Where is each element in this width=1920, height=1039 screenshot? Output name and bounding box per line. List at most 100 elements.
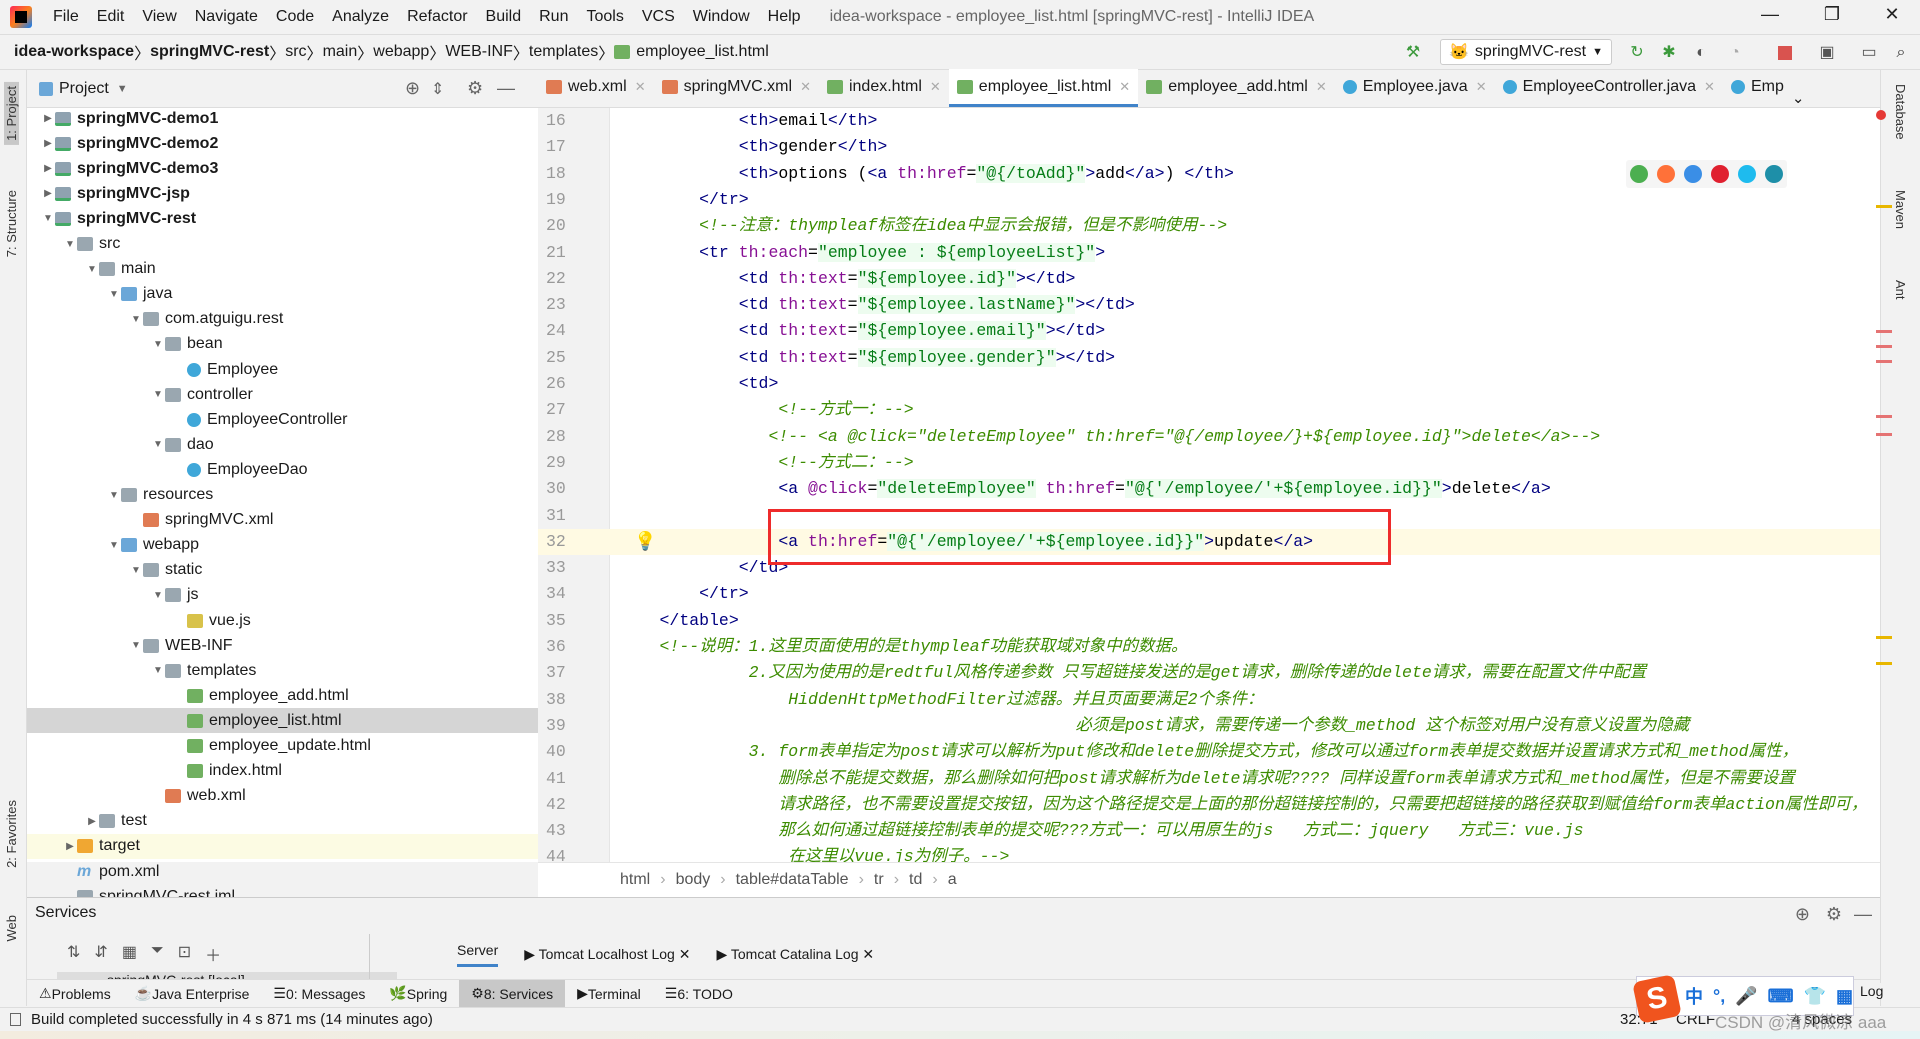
hide-icon[interactable]: — bbox=[497, 78, 515, 99]
breadcrumb-item[interactable]: tr bbox=[874, 871, 884, 889]
warning-marker[interactable] bbox=[1876, 636, 1892, 639]
expanded-arrow-icon[interactable]: ▼ bbox=[151, 339, 165, 350]
search-icon[interactable]: ⌕ bbox=[1892, 44, 1910, 62]
tool-project[interactable]: 1: Project bbox=[4, 82, 19, 145]
tree-item[interactable]: employee_list.html bbox=[27, 708, 538, 734]
ime-item[interactable]: 🎤 bbox=[1735, 986, 1757, 1007]
run-configuration-select[interactable]: 🐱 springMVC-rest ▼ bbox=[1440, 39, 1612, 65]
tree-item[interactable]: ▼ src bbox=[27, 232, 538, 257]
menu-code[interactable]: Code bbox=[267, 8, 323, 26]
expanded-arrow-icon[interactable]: ▼ bbox=[129, 565, 143, 576]
close-tab-icon[interactable]: ✕ bbox=[1704, 79, 1715, 95]
tree-item[interactable]: ▼ com.atguigu.rest bbox=[27, 307, 538, 332]
menu-navigate[interactable]: Navigate bbox=[186, 8, 267, 26]
error-marker[interactable] bbox=[1876, 345, 1892, 348]
expanded-arrow-icon[interactable]: ▼ bbox=[41, 213, 55, 224]
ime-item[interactable]: 👕 bbox=[1804, 986, 1826, 1007]
tree-item[interactable]: index.html bbox=[27, 759, 538, 784]
editor-tab[interactable]: EmployeeController.java ✕ bbox=[1495, 69, 1723, 107]
status-message[interactable]: Build completed successfully in 4 s 871 … bbox=[31, 1011, 433, 1028]
tool-tab[interactable]: 🌿 Spring bbox=[377, 980, 459, 1008]
firefox-icon[interactable] bbox=[1657, 165, 1675, 183]
close-tab-icon[interactable]: ✕ bbox=[930, 79, 941, 95]
rerun-icon[interactable]: ↻ bbox=[1628, 44, 1646, 62]
tree-item[interactable]: ▼ bean bbox=[27, 332, 538, 357]
coverage-icon[interactable]: ◐ bbox=[1692, 44, 1710, 62]
editor-tab[interactable]: web.xml ✕ bbox=[538, 69, 654, 107]
close-tab-icon[interactable]: ✕ bbox=[1316, 79, 1327, 95]
collapse-all-icon[interactable]: ⇵ bbox=[94, 942, 107, 966]
editor-tab[interactable]: employee_add.html ✕ bbox=[1138, 69, 1335, 107]
tree-item[interactable]: EmployeeDao bbox=[27, 457, 538, 482]
menu-build[interactable]: Build bbox=[477, 8, 531, 26]
tab-list-chevron-icon[interactable]: ⌄ bbox=[1792, 89, 1805, 107]
tree-item[interactable]: ▼ WEB-INF bbox=[27, 633, 538, 658]
close-tab-icon[interactable]: ✕ bbox=[800, 79, 811, 95]
editor-tab[interactable]: employee_list.html ✕ bbox=[948, 69, 1139, 107]
tree-item[interactable]: ▶ springMVC-jsp bbox=[27, 181, 538, 206]
tool-database[interactable]: Database bbox=[1893, 84, 1908, 140]
expanded-arrow-icon[interactable]: ▼ bbox=[63, 239, 77, 250]
tool-tab[interactable]: ⚙ 8: Services bbox=[459, 979, 566, 1008]
error-marker[interactable] bbox=[1876, 330, 1892, 333]
close-tab-icon[interactable]: ✕ bbox=[1119, 79, 1130, 95]
menu-refactor[interactable]: Refactor bbox=[398, 8, 476, 26]
editor-tab[interactable]: Employee.java ✕ bbox=[1335, 69, 1495, 107]
menu-tools[interactable]: Tools bbox=[577, 8, 632, 26]
expanded-arrow-icon[interactable]: ▼ bbox=[107, 490, 121, 501]
expanded-arrow-icon[interactable]: ▼ bbox=[107, 540, 121, 551]
tool-tab[interactable]: ☰ 6: TODO bbox=[653, 980, 745, 1008]
tree-item[interactable]: ▼ resources bbox=[27, 483, 538, 508]
event-log-button[interactable]: Log bbox=[1858, 983, 1886, 999]
breadcrumb-item[interactable]: a bbox=[948, 871, 957, 889]
expanded-arrow-icon[interactable]: ▼ bbox=[107, 289, 121, 300]
safari-icon[interactable] bbox=[1684, 165, 1702, 183]
tree-item[interactable]: m pom.xml bbox=[27, 859, 538, 884]
close-button[interactable]: ✕ bbox=[1872, 4, 1912, 25]
editor-tab[interactable]: index.html ✕ bbox=[819, 69, 949, 107]
nav-crumb[interactable]: springMVC-rest bbox=[150, 43, 269, 61]
chevron-down-icon[interactable]: ▼ bbox=[117, 83, 128, 95]
tool-maven[interactable]: Maven bbox=[1893, 190, 1908, 229]
ime-item[interactable]: 中 bbox=[1685, 983, 1703, 1009]
menu-help[interactable]: Help bbox=[759, 8, 810, 26]
menu-vcs[interactable]: VCS bbox=[633, 8, 684, 26]
menu-run[interactable]: Run bbox=[530, 8, 577, 26]
expanded-arrow-icon[interactable]: ▼ bbox=[151, 439, 165, 450]
status-toggle-icon[interactable] bbox=[10, 1013, 21, 1026]
close-tab-icon[interactable]: ✕ bbox=[859, 946, 874, 962]
tool-structure[interactable]: 7: Structure bbox=[4, 190, 19, 257]
opera-icon[interactable] bbox=[1711, 165, 1729, 183]
tree-item[interactable]: ▶ test bbox=[27, 809, 538, 834]
services-tab[interactable]: ▶ Tomcat Localhost Log ✕ bbox=[524, 946, 690, 963]
ie-icon[interactable] bbox=[1738, 165, 1756, 183]
edge-icon[interactable] bbox=[1765, 165, 1783, 183]
sogou-ime-logo[interactable]: S bbox=[1632, 974, 1682, 1024]
expanded-arrow-icon[interactable]: ▼ bbox=[151, 590, 165, 601]
debug-icon[interactable]: ✱ bbox=[1660, 44, 1678, 62]
tree-item[interactable]: ▶ target bbox=[27, 833, 538, 859]
maximize-button[interactable]: ❐ bbox=[1812, 4, 1852, 25]
gear-icon[interactable]: ⚙ bbox=[467, 78, 483, 99]
build-hammer-icon[interactable]: ⚒ bbox=[1404, 44, 1422, 62]
chrome-icon[interactable] bbox=[1630, 165, 1648, 183]
tool-tab[interactable]: ⚠ Problems bbox=[27, 980, 123, 1008]
tree-item[interactable]: ▶ springMVC-demo2 bbox=[27, 131, 538, 156]
expanded-arrow-icon[interactable]: ▼ bbox=[85, 264, 99, 275]
tree-item[interactable]: ▼ webapp bbox=[27, 533, 538, 558]
menu-view[interactable]: View bbox=[133, 8, 185, 26]
menu-analyze[interactable]: Analyze bbox=[323, 8, 398, 26]
tree-item[interactable]: ▶ springMVC-demo3 bbox=[27, 156, 538, 181]
nav-crumb[interactable]: src bbox=[285, 43, 306, 61]
collapsed-arrow-icon[interactable]: ▶ bbox=[41, 113, 55, 124]
collapsed-arrow-icon[interactable]: ▶ bbox=[63, 841, 77, 852]
collapse-all-icon[interactable]: ⇕ bbox=[431, 79, 444, 99]
tool-tab[interactable]: ▶ Terminal bbox=[565, 980, 653, 1008]
tool-web[interactable]: Web bbox=[4, 915, 19, 942]
profile-icon[interactable]: ◔ bbox=[1726, 44, 1744, 62]
collapsed-arrow-icon[interactable]: ▶ bbox=[41, 163, 55, 174]
tree-item[interactable]: ▼ java bbox=[27, 282, 538, 307]
hide-icon[interactable]: — bbox=[1854, 904, 1872, 925]
tree-item[interactable]: employee_update.html bbox=[27, 734, 538, 759]
code-editor[interactable]: 16 <th>email</th> 17 <th>gender</th> 18 <t… bbox=[538, 108, 1880, 862]
